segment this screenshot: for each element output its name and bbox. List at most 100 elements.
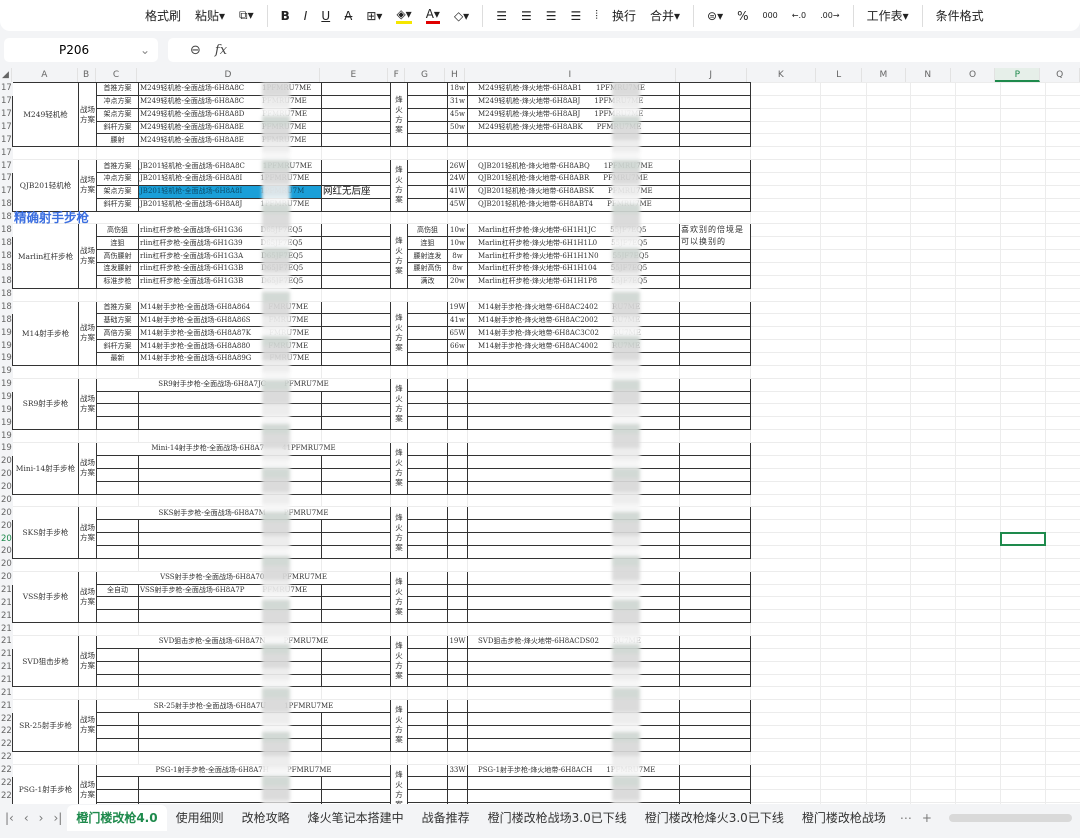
cell[interactable] <box>1045 249 1080 264</box>
cell[interactable] <box>910 750 956 765</box>
battle-code[interactable] <box>138 390 322 405</box>
plan-name[interactable] <box>96 660 139 675</box>
cell[interactable] <box>910 660 956 675</box>
cell[interactable] <box>96 750 139 765</box>
row-header[interactable]: 181 <box>0 210 13 225</box>
cell[interactable] <box>1000 120 1046 135</box>
sheet-tab[interactable]: 橙门楼改枪4.0 <box>67 805 167 831</box>
cell[interactable] <box>955 377 1001 392</box>
beacon-plan-name[interactable] <box>407 416 448 431</box>
cell[interactable] <box>866 300 911 315</box>
cell[interactable] <box>820 557 867 572</box>
price[interactable] <box>447 609 468 624</box>
weapon-name[interactable]: QJB201轻机枪 <box>12 159 79 212</box>
fx-icon[interactable]: fx <box>215 43 227 58</box>
worksheet-button[interactable]: 工作表▾ <box>867 7 909 24</box>
battle-code[interactable] <box>138 737 322 752</box>
beacon-code[interactable]: QJB201轻机枪-烽火地带-6H8ABT4PFMRU7ME <box>467 197 680 212</box>
cell[interactable] <box>910 120 956 135</box>
cell[interactable] <box>820 249 867 264</box>
beacon-plan-name[interactable]: 腰射高伤 <box>407 262 448 276</box>
price[interactable] <box>447 532 468 546</box>
plan-name[interactable]: 斜杆方案 <box>96 197 139 212</box>
column-header[interactable]: M <box>862 68 906 82</box>
cell[interactable] <box>1000 300 1046 315</box>
row-header[interactable]: 225 <box>0 776 13 791</box>
cell[interactable] <box>750 712 821 726</box>
battle-plan-label[interactable]: 战场方案 <box>78 377 97 431</box>
cell[interactable] <box>78 557 97 572</box>
cell[interactable] <box>955 673 1001 688</box>
cell[interactable] <box>910 493 956 508</box>
cell[interactable] <box>1045 197 1080 212</box>
cell[interactable] <box>1000 429 1046 444</box>
battle-plan-label[interactable]: 战场方案 <box>78 159 97 212</box>
cell[interactable] <box>910 377 956 392</box>
cell[interactable] <box>407 146 448 161</box>
row-header[interactable]: 220 <box>0 712 13 726</box>
cell[interactable] <box>820 120 867 135</box>
cell[interactable] <box>1000 223 1046 238</box>
beacon-code[interactable]: M14射手步枪-烽火地带-6H8AC3C02RU7ME <box>467 326 680 341</box>
cell[interactable] <box>12 750 79 765</box>
cell[interactable] <box>679 442 751 456</box>
cell[interactable] <box>866 557 911 572</box>
thousands-button[interactable]: 000 <box>763 11 778 20</box>
cell[interactable] <box>1045 429 1080 444</box>
beacon-plan-name[interactable]: 满改 <box>407 274 448 289</box>
name-box[interactable]: P206 ⌄ <box>4 38 158 62</box>
cell[interactable] <box>96 557 139 572</box>
cell[interactable] <box>866 634 911 649</box>
cell[interactable] <box>910 339 956 354</box>
row-header[interactable]: 212 <box>0 609 13 624</box>
cell[interactable] <box>679 634 751 649</box>
row-header[interactable]: 193 <box>0 364 13 379</box>
cell[interactable] <box>955 467 1001 482</box>
sheet-nav-button[interactable]: › <box>39 811 44 825</box>
cell[interactable] <box>866 352 911 366</box>
beacon-code[interactable]: M14射手步枪-烽火地带-6H8AC4002RU7ME <box>467 339 680 354</box>
beacon-code[interactable] <box>467 416 680 431</box>
column-header[interactable]: E <box>320 68 389 82</box>
cell[interactable] <box>910 622 956 636</box>
beacon-code[interactable] <box>467 673 680 688</box>
cell[interactable] <box>750 519 821 534</box>
cell[interactable] <box>321 223 391 238</box>
row-header[interactable]: 206 <box>0 532 13 546</box>
beacon-code[interactable] <box>467 712 680 726</box>
cell[interactable] <box>138 429 322 444</box>
column-header[interactable]: Q <box>1040 68 1080 82</box>
cell[interactable] <box>910 82 956 96</box>
distributed-align-icon[interactable]: ⦙ <box>595 8 598 23</box>
column-header[interactable]: A <box>12 68 78 82</box>
battle-code[interactable]: M249轻机枪-全面战场-6H8A8C1PFMRU7ME <box>138 82 322 96</box>
column-header[interactable]: G <box>405 68 445 82</box>
cell[interactable] <box>321 493 391 508</box>
cell[interactable] <box>321 339 391 354</box>
cell[interactable] <box>750 377 821 392</box>
cell[interactable] <box>321 210 391 225</box>
beacon-plan-name[interactable]: 高伤狙 <box>407 223 448 238</box>
cell[interactable] <box>750 557 821 572</box>
price[interactable]: 41W <box>447 184 468 199</box>
cell[interactable] <box>679 467 751 482</box>
cell[interactable] <box>910 570 956 585</box>
cell[interactable] <box>321 120 391 135</box>
cell[interactable] <box>679 750 751 765</box>
cell[interactable] <box>679 82 751 96</box>
cell[interactable] <box>1000 454 1046 469</box>
cell[interactable] <box>910 416 956 431</box>
cell[interactable] <box>1000 506 1046 521</box>
cell[interactable] <box>820 776 867 791</box>
decrease-decimal-button[interactable]: .00→ <box>820 11 839 20</box>
weapon-name[interactable]: PSG-1射手步枪 <box>12 763 79 804</box>
cell[interactable] <box>1000 416 1046 431</box>
cell[interactable] <box>138 686 322 701</box>
row-header[interactable]: 192 <box>0 352 13 366</box>
cell[interactable] <box>820 390 867 405</box>
beacon-code[interactable] <box>467 532 680 546</box>
cell[interactable] <box>820 686 867 701</box>
plan-name[interactable] <box>96 673 139 688</box>
battle-code[interactable]: VSS射手步枪-全面战场-6H8A7PPFMRU7ME <box>138 583 322 598</box>
beacon-plan-label[interactable]: 烽火方案 <box>390 442 408 495</box>
